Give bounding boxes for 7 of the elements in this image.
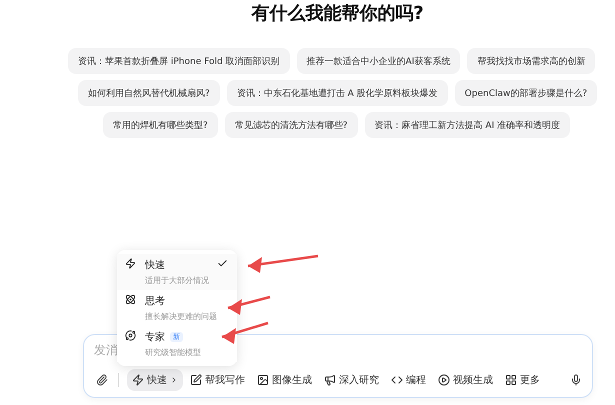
page-heading: 有什么我能帮你的吗? bbox=[251, 2, 424, 26]
option-description: 适用于大部分情况 bbox=[145, 275, 210, 286]
option-title: 快速 bbox=[145, 258, 165, 272]
option-description: 研究级智能模型 bbox=[145, 347, 202, 358]
option-title: 专家 bbox=[145, 330, 165, 344]
option-title: 思考 bbox=[145, 294, 165, 308]
option-description: 擅长解决更难的问题 bbox=[145, 311, 217, 322]
